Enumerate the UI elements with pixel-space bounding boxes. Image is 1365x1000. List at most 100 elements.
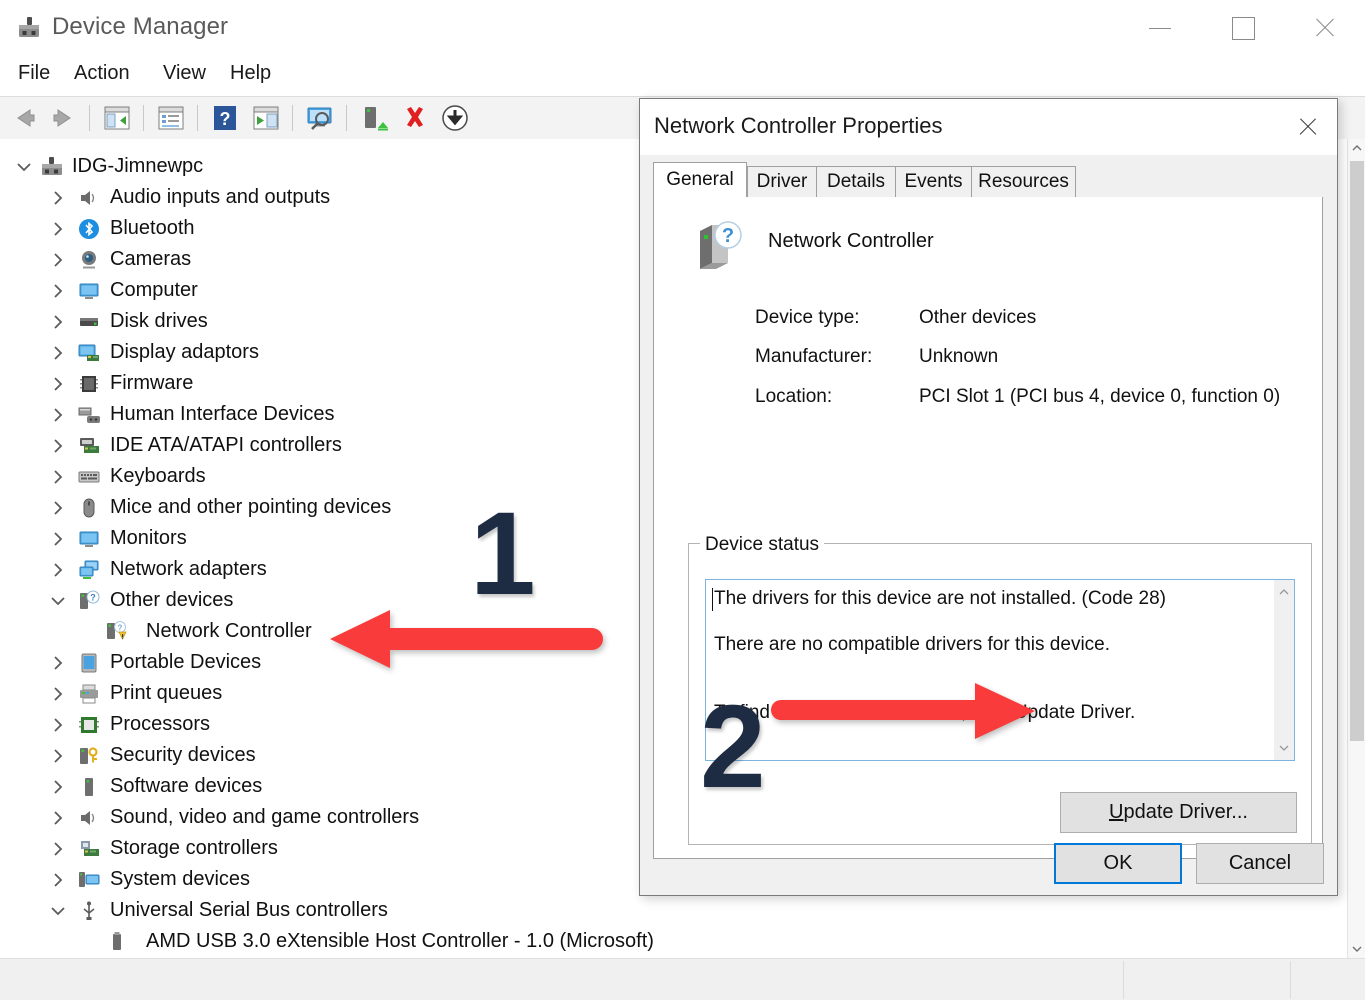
- usb-device-icon: [106, 931, 128, 953]
- other-devices-icon: ?: [78, 590, 100, 612]
- computer-root-icon: [40, 156, 62, 178]
- keyboard-icon: [78, 466, 100, 488]
- ok-button[interactable]: OK: [1054, 843, 1182, 884]
- scroll-down-button[interactable]: [1348, 940, 1365, 958]
- scan-for-hardware-changes-button[interactable]: [249, 101, 283, 135]
- tree-row[interactable]: AMD USB 3.0 eXtensible Host Controller -…: [0, 926, 1347, 957]
- chevron-right-icon[interactable]: [48, 870, 68, 890]
- location-label: Location:: [755, 386, 833, 407]
- status-pane: [1290, 961, 1365, 999]
- chevron-right-icon[interactable]: [48, 281, 68, 301]
- update-driver-toolbar-button[interactable]: [357, 101, 391, 135]
- chevron-right-icon[interactable]: [48, 839, 68, 859]
- chevron-down-icon[interactable]: [48, 901, 68, 921]
- chevron-right-icon[interactable]: [48, 560, 68, 580]
- tree-row-label: Display adaptors: [110, 341, 259, 363]
- chevron-right-icon[interactable]: [48, 374, 68, 394]
- chevron-right-icon[interactable]: [48, 529, 68, 549]
- dialog-titlebar: Network Controller Properties: [640, 99, 1337, 155]
- svg-text:?: ?: [722, 225, 734, 247]
- system-device-icon: [78, 869, 100, 891]
- menu-help[interactable]: Help: [230, 62, 271, 85]
- device-status-group-title: Device status: [700, 534, 825, 556]
- back-button[interactable]: [8, 101, 42, 135]
- chevron-up-icon[interactable]: [1274, 582, 1294, 602]
- tab-general[interactable]: General: [653, 162, 747, 197]
- tabstrip: General Driver Details Events Resources: [653, 162, 1323, 197]
- chevron-right-icon[interactable]: [48, 777, 68, 797]
- tab-events[interactable]: Events: [895, 166, 972, 197]
- speaker-icon: [78, 807, 100, 829]
- menu-file[interactable]: File: [18, 62, 50, 85]
- chevron-right-icon[interactable]: [48, 188, 68, 208]
- portable-device-icon: [78, 652, 100, 674]
- toolbar-separator: [292, 105, 293, 131]
- right-arrow-annotation: [770, 682, 1035, 740]
- cancel-button[interactable]: Cancel: [1196, 843, 1324, 884]
- uninstall-device-button[interactable]: [398, 101, 432, 135]
- chevron-down-icon[interactable]: [14, 157, 34, 177]
- device-status-scrollbar[interactable]: [1274, 580, 1294, 760]
- chevron-right-icon[interactable]: [48, 436, 68, 456]
- chevron-down-icon[interactable]: [48, 591, 68, 611]
- tree-row-label: Monitors: [110, 527, 187, 549]
- properties-button[interactable]: [154, 101, 188, 135]
- tree-row-label: Computer: [110, 279, 198, 301]
- camera-icon: [78, 249, 100, 271]
- disable-device-button[interactable]: [438, 101, 472, 135]
- menu-view[interactable]: View: [163, 62, 206, 85]
- chevron-right-icon[interactable]: [48, 219, 68, 239]
- show-hide-console-tree-button[interactable]: [100, 101, 134, 135]
- annotation-number-two: 2: [700, 681, 766, 813]
- maximize-button[interactable]: [1203, 0, 1283, 56]
- chevron-right-icon[interactable]: [48, 808, 68, 828]
- close-icon: [1297, 116, 1319, 138]
- help-button[interactable]: ?: [208, 101, 242, 135]
- chevron-right-icon[interactable]: [48, 715, 68, 735]
- chevron-down-icon[interactable]: [1274, 738, 1294, 758]
- software-device-icon: [78, 776, 100, 798]
- tree-row-label: Bluetooth: [110, 217, 195, 239]
- chevron-right-icon[interactable]: [48, 312, 68, 332]
- tree-row-label: Keyboards: [110, 465, 206, 487]
- chevron-right-icon[interactable]: [48, 250, 68, 270]
- toolbar-separator: [346, 105, 347, 131]
- tree-row-label: Human Interface Devices: [110, 403, 335, 425]
- chevron-right-icon[interactable]: [48, 467, 68, 487]
- chevron-right-icon[interactable]: [48, 746, 68, 766]
- tree-row-label: Universal Serial Bus controllers: [110, 899, 388, 921]
- dialog-title: Network Controller Properties: [654, 113, 943, 138]
- dialog-close-button[interactable]: [1279, 99, 1337, 155]
- scroll-up-button[interactable]: [1348, 139, 1365, 157]
- tree-row-label: Audio inputs and outputs: [110, 186, 331, 208]
- printer-icon: [78, 683, 100, 705]
- tab-resources[interactable]: Resources: [971, 166, 1076, 197]
- chevron-right-icon[interactable]: [48, 684, 68, 704]
- window-close-button[interactable]: [1285, 0, 1365, 56]
- menu-action[interactable]: Action: [74, 62, 130, 85]
- update-driver-button[interactable]: Update Driver...: [1060, 792, 1297, 833]
- tree-row[interactable]: Universal Serial Bus controllers: [0, 895, 1347, 926]
- close-icon: [1313, 16, 1337, 40]
- tab-driver[interactable]: Driver: [747, 166, 817, 197]
- forward-button[interactable]: [46, 101, 80, 135]
- update-driver-accelerator: U: [1109, 801, 1124, 823]
- chevron-right-icon[interactable]: [48, 498, 68, 518]
- device-manager-icon: [16, 15, 42, 41]
- window-title: Device Manager: [52, 13, 229, 40]
- scan-computer-button[interactable]: [303, 101, 337, 135]
- device-type-label: Device type:: [755, 307, 860, 328]
- main-vertical-scrollbar[interactable]: [1347, 139, 1365, 958]
- text-caret: [712, 588, 713, 611]
- minimize-button[interactable]: [1120, 0, 1200, 56]
- svg-text:?: ?: [90, 592, 96, 602]
- tab-details[interactable]: Details: [816, 166, 896, 197]
- scrollbar-thumb[interactable]: [1350, 161, 1364, 741]
- chevron-right-icon[interactable]: [48, 405, 68, 425]
- toolbar-separator: [143, 105, 144, 131]
- status-bar: [0, 958, 1365, 1000]
- chevron-right-icon[interactable]: [48, 653, 68, 673]
- window-titlebar: Device Manager: [0, 0, 1365, 57]
- manufacturer-label: Manufacturer:: [755, 346, 873, 367]
- chevron-right-icon[interactable]: [48, 343, 68, 363]
